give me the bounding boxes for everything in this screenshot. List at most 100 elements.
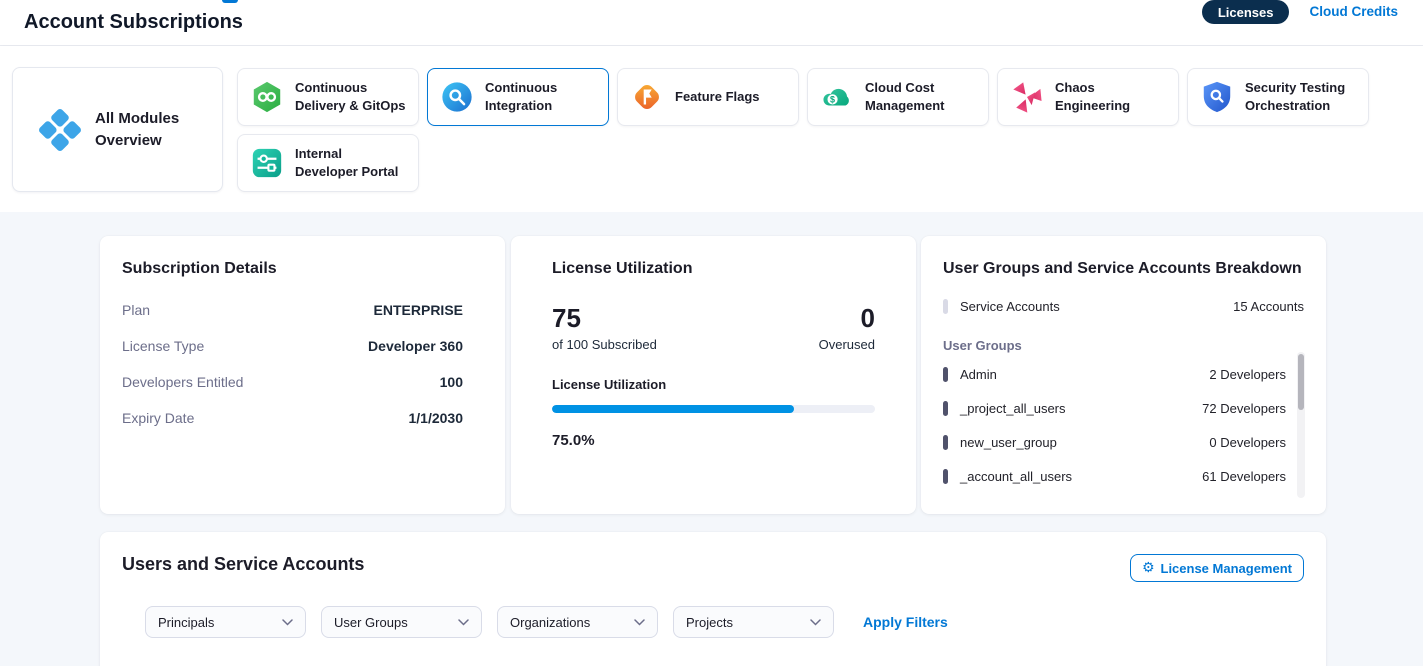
- tab-licenses[interactable]: Licenses: [1202, 0, 1290, 24]
- row-label: License Type: [122, 338, 204, 354]
- module-card-label: Security Testing Orchestration: [1245, 79, 1358, 114]
- user-groups-filter-dropdown[interactable]: User Groups: [321, 606, 482, 638]
- account-subscriptions-page: Account Subscriptions Licenses Cloud Cre…: [0, 0, 1423, 666]
- user-group-row: _account_all_users 61 Developers: [943, 459, 1304, 493]
- breakdown-title: User Groups and Service Accounts Breakdo…: [943, 260, 1304, 278]
- row-label: Expiry Date: [122, 410, 194, 426]
- header-tabs: Licenses Cloud Credits: [1202, 0, 1398, 46]
- subscription-row-developers-entitled: Developers Entitled 100: [122, 364, 463, 400]
- filters-row: Principals User Groups Organizations: [145, 606, 1304, 638]
- user-group-value: 72 Developers: [1202, 401, 1304, 416]
- module-card-label: Continuous Delivery & GitOps: [295, 79, 408, 114]
- module-card-label: Internal Developer Portal: [295, 145, 408, 180]
- tab-cloud-credits[interactable]: Cloud Credits: [1309, 4, 1398, 19]
- content-area: Subscription Details Plan ENTERPRISE Lic…: [0, 212, 1423, 666]
- chevron-down-icon: [282, 619, 293, 626]
- breadcrumb-remnant: [222, 0, 238, 3]
- all-modules-overview-card[interactable]: All Modules Overview: [12, 67, 223, 192]
- subscription-details-title: Subscription Details: [122, 260, 463, 278]
- user-group-row: Admin 2 Developers: [943, 357, 1304, 391]
- user-group-name: Admin: [960, 367, 997, 382]
- user-group-bullet-icon: [943, 469, 948, 484]
- row-label: Plan: [122, 302, 150, 318]
- continuous-delivery-gitops-icon: [250, 80, 284, 114]
- module-card-security-testing-orchestration[interactable]: Security Testing Orchestration: [1187, 68, 1369, 126]
- subscription-row-plan: Plan ENTERPRISE: [122, 292, 463, 328]
- user-group-value: 61 Developers: [1202, 469, 1304, 484]
- page-header: Account Subscriptions Licenses Cloud Cre…: [0, 0, 1423, 46]
- chevron-down-icon: [810, 619, 821, 626]
- dropdown-label: Principals: [158, 615, 214, 630]
- used-licenses-block: 75 of 100 Subscribed: [552, 304, 657, 352]
- used-licenses-caption: of 100 Subscribed: [552, 337, 657, 352]
- subscription-row-license-type: License Type Developer 360: [122, 328, 463, 364]
- row-value: 100: [440, 374, 463, 390]
- feature-flags-icon: [630, 80, 664, 114]
- security-testing-orchestration-icon: [1200, 80, 1234, 114]
- user-group-value: 2 Developers: [1209, 367, 1304, 382]
- user-group-bullet-icon: [943, 367, 948, 382]
- license-management-label: License Management: [1161, 561, 1293, 576]
- module-card-internal-developer-portal[interactable]: Internal Developer Portal: [237, 134, 419, 192]
- users-section-header: Users and Service Accounts ⚙ License Man…: [122, 554, 1304, 582]
- users-section-title: Users and Service Accounts: [122, 554, 364, 575]
- module-card-label: Feature Flags: [675, 88, 760, 106]
- user-group-bullet-icon: [943, 435, 948, 450]
- user-group-value: 0 Developers: [1209, 435, 1304, 450]
- chevron-down-icon: [458, 619, 469, 626]
- organizations-filter-dropdown[interactable]: Organizations: [497, 606, 658, 638]
- chevron-down-icon: [634, 619, 645, 626]
- overused-licenses-block: 0 Overused: [819, 304, 875, 352]
- principals-filter-dropdown[interactable]: Principals: [145, 606, 306, 638]
- utilization-progress-fill: [552, 405, 794, 413]
- all-modules-icon: [37, 107, 83, 153]
- dropdown-label: Organizations: [510, 615, 590, 630]
- row-value: 1/1/2030: [409, 410, 464, 426]
- continuous-integration-icon: [440, 80, 474, 114]
- subscription-details-card: Subscription Details Plan ENTERPRISE Lic…: [100, 236, 505, 514]
- utilization-percent-label: 75.0%: [552, 432, 875, 449]
- license-management-button[interactable]: ⚙ License Management: [1130, 554, 1304, 582]
- user-groups-label: User Groups: [943, 338, 1304, 353]
- user-group-row: new_user_group 0 Developers: [943, 425, 1304, 459]
- row-value: ENTERPRISE: [374, 302, 463, 318]
- module-card-cloud-cost-management[interactable]: $ Cloud Cost Management: [807, 68, 989, 126]
- module-card-label: Continuous Integration: [485, 79, 598, 114]
- module-selector-strip: All Modules Overview Continuous Delivery…: [0, 46, 1423, 212]
- used-licenses-count: 75: [552, 304, 657, 333]
- chaos-engineering-icon: [1010, 80, 1044, 114]
- apply-filters-link[interactable]: Apply Filters: [863, 614, 948, 630]
- dropdown-label: User Groups: [334, 615, 408, 630]
- users-and-service-accounts-card: Users and Service Accounts ⚙ License Man…: [100, 532, 1326, 666]
- module-card-feature-flags[interactable]: Feature Flags: [617, 68, 799, 126]
- user-group-name: _project_all_users: [960, 401, 1066, 416]
- page-title: Account Subscriptions: [24, 11, 243, 34]
- user-group-bullet-icon: [943, 401, 948, 416]
- module-grid: Continuous Delivery & GitOps Continuous …: [237, 68, 1369, 192]
- breakdown-card: User Groups and Service Accounts Breakdo…: [921, 236, 1326, 514]
- internal-developer-portal-icon: [250, 146, 284, 180]
- module-card-label: Cloud Cost Management: [865, 79, 978, 114]
- scrollbar-thumb[interactable]: [1298, 354, 1304, 410]
- user-group-name: _account_all_users: [960, 469, 1072, 484]
- overused-licenses-caption: Overused: [819, 337, 875, 352]
- module-card-continuous-delivery-gitops[interactable]: Continuous Delivery & GitOps: [237, 68, 419, 126]
- license-utilization-numbers: 75 of 100 Subscribed 0 Overused: [552, 304, 875, 352]
- user-group-name: new_user_group: [960, 435, 1057, 450]
- user-groups-scrollbar[interactable]: [1297, 352, 1305, 498]
- all-modules-overview-label: All Modules Overview: [95, 108, 208, 152]
- svg-text:$: $: [830, 94, 835, 104]
- license-utilization-title: License Utilization: [552, 260, 875, 278]
- row-value: Developer 360: [368, 338, 463, 354]
- utilization-progress-track: [552, 405, 875, 413]
- subscription-row-expiry-date: Expiry Date 1/1/2030: [122, 400, 463, 436]
- module-card-chaos-engineering[interactable]: Chaos Engineering: [997, 68, 1179, 126]
- row-label: Developers Entitled: [122, 374, 243, 390]
- gear-icon: ⚙: [1142, 561, 1155, 575]
- module-card-continuous-integration[interactable]: Continuous Integration: [427, 68, 609, 126]
- overused-licenses-count: 0: [819, 304, 875, 333]
- projects-filter-dropdown[interactable]: Projects: [673, 606, 834, 638]
- license-utilization-card: License Utilization 75 of 100 Subscribed…: [511, 236, 916, 514]
- dropdown-label: Projects: [686, 615, 733, 630]
- service-accounts-bullet-icon: [943, 299, 948, 314]
